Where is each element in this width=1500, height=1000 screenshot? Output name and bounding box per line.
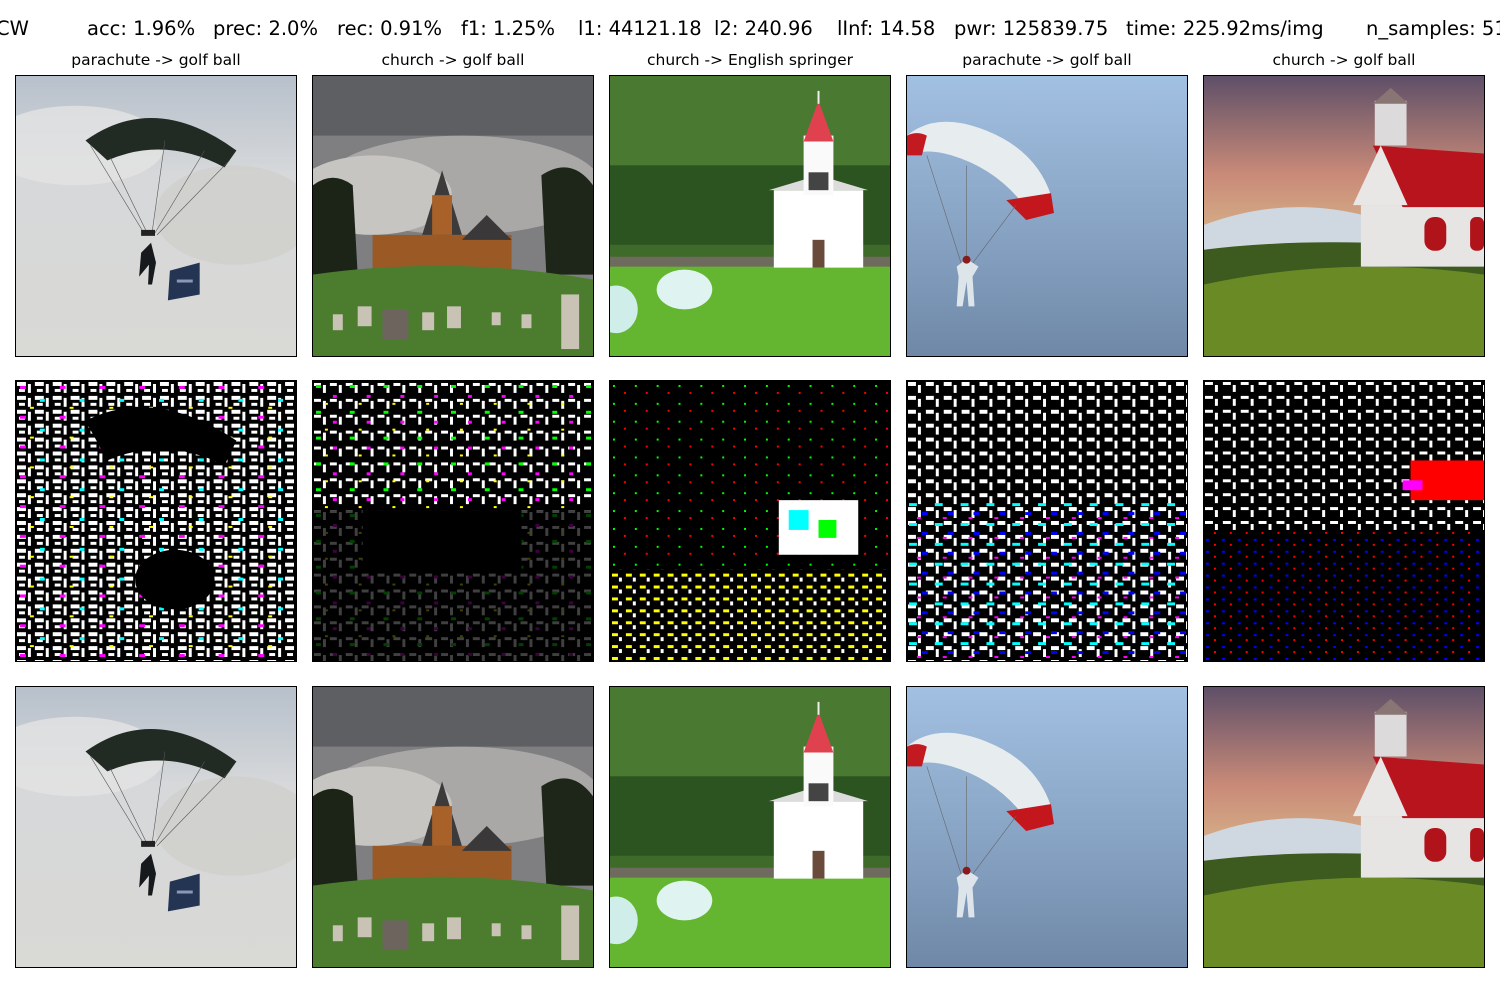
perturbation-noise	[1204, 381, 1484, 661]
church-scene	[313, 76, 593, 356]
prec-metric: prec: 2.0%	[213, 17, 318, 40]
l2-metric: l2: 240.96	[714, 17, 813, 40]
original-image	[906, 75, 1188, 357]
original-image	[15, 75, 297, 357]
original-image	[312, 75, 594, 357]
original-image	[1203, 75, 1485, 357]
adversarial-image	[609, 686, 891, 968]
pwr-metric: pwr: 125839.75	[954, 17, 1109, 40]
parachute-scene	[16, 76, 296, 356]
parachute-scene	[16, 687, 296, 967]
rec-metric: rec: 0.91%	[337, 17, 443, 40]
n-samples-metric: n_samples: 51	[1366, 17, 1500, 40]
column-title: church -> English springer	[646, 51, 854, 69]
metrics-header: CW acc: 1.96% prec: 2.0% rec: 0.91% f1: …	[0, 14, 1500, 44]
perturbation-map	[312, 380, 594, 662]
perturbation-noise	[16, 381, 296, 661]
column-title: parachute -> golf ball	[71, 51, 241, 69]
church-scene	[313, 687, 593, 967]
adversarial-image	[312, 686, 594, 968]
church-scene	[1204, 76, 1484, 356]
adversarial-image	[1203, 686, 1485, 968]
time-metric: time: 225.92ms/img	[1126, 17, 1324, 40]
method-label: CW	[0, 17, 29, 40]
parachute-scene	[907, 76, 1187, 356]
church-scene	[610, 76, 890, 356]
acc-metric: acc: 1.96%	[87, 17, 196, 40]
original-image	[609, 75, 891, 357]
church-scene	[610, 687, 890, 967]
adversarial-image	[906, 686, 1188, 968]
linf-metric: lInf: 14.58	[837, 17, 936, 40]
adversarial-image	[15, 686, 297, 968]
perturbation-noise	[907, 381, 1187, 661]
church-scene	[1204, 687, 1484, 967]
perturbation-map	[15, 380, 297, 662]
perturbation-noise	[610, 381, 890, 661]
perturbation-map	[609, 380, 891, 662]
parachute-scene	[907, 687, 1187, 967]
column-title: church -> golf ball	[1272, 51, 1416, 69]
perturbation-map	[1203, 380, 1485, 662]
perturbation-map	[906, 380, 1188, 662]
column-title: parachute -> golf ball	[962, 51, 1132, 69]
perturbation-noise	[313, 381, 593, 661]
f1-metric: f1: 1.25%	[461, 17, 555, 40]
column-title: church -> golf ball	[381, 51, 525, 69]
l1-metric: l1: 44121.18	[578, 17, 702, 40]
